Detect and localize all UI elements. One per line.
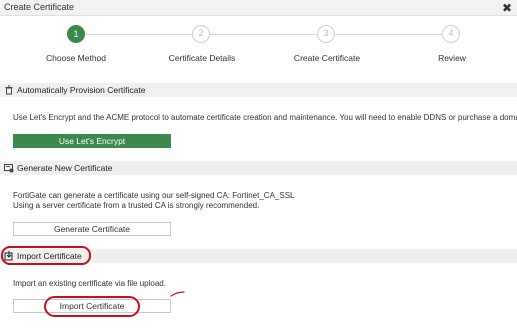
generate-new-title: Generate New Certificate (17, 163, 113, 173)
step-2-circle: 2 (192, 25, 210, 43)
step-4-label: Review (438, 53, 466, 63)
use-lets-encrypt-button[interactable]: Use Let's Encrypt (13, 134, 171, 148)
generate-certificate-button[interactable]: Generate Certificate (13, 222, 171, 236)
step-connector (335, 34, 442, 35)
import-header: Import Certificate (0, 249, 517, 263)
auto-provision-header: Automatically Provision Certificate (0, 83, 517, 97)
certificate-add-icon (4, 164, 14, 173)
trash-can-icon (5, 85, 13, 95)
generate-new-header: Generate New Certificate (0, 161, 517, 175)
auto-provision-description: Use Let's Encrypt and the ACME protocol … (13, 113, 517, 122)
import-certificate-button[interactable]: Import Certificate (13, 299, 171, 313)
import-title: Import Certificate (17, 251, 82, 261)
dialog-title: Create Certificate (4, 2, 75, 12)
close-icon[interactable]: ✖ (502, 0, 512, 16)
import-icon (4, 251, 13, 261)
annotation-stroke (170, 291, 185, 297)
step-1-label: Choose Method (45, 53, 107, 63)
step-3-circle: 3 (317, 25, 335, 43)
generate-new-line1: FortiGate can generate a certificate usi… (13, 191, 295, 200)
auto-provision-title: Automatically Provision Certificate (17, 85, 146, 95)
step-connector (210, 34, 317, 35)
step-1-circle: 1 (67, 25, 85, 43)
generate-new-line2: Using a server certificate from a truste… (13, 201, 260, 210)
step-2-label: Certificate Details (168, 53, 236, 63)
step-connector (85, 34, 192, 35)
wizard-stepper: 1 2 3 4 Choose Method Certificate Detail… (0, 22, 517, 66)
step-3-label: Create Certificate (293, 53, 361, 63)
import-description: Import an existing certificate via file … (13, 279, 166, 288)
step-4-circle: 4 (442, 25, 460, 43)
dialog-titlebar: Create Certificate ✖ (0, 0, 517, 16)
